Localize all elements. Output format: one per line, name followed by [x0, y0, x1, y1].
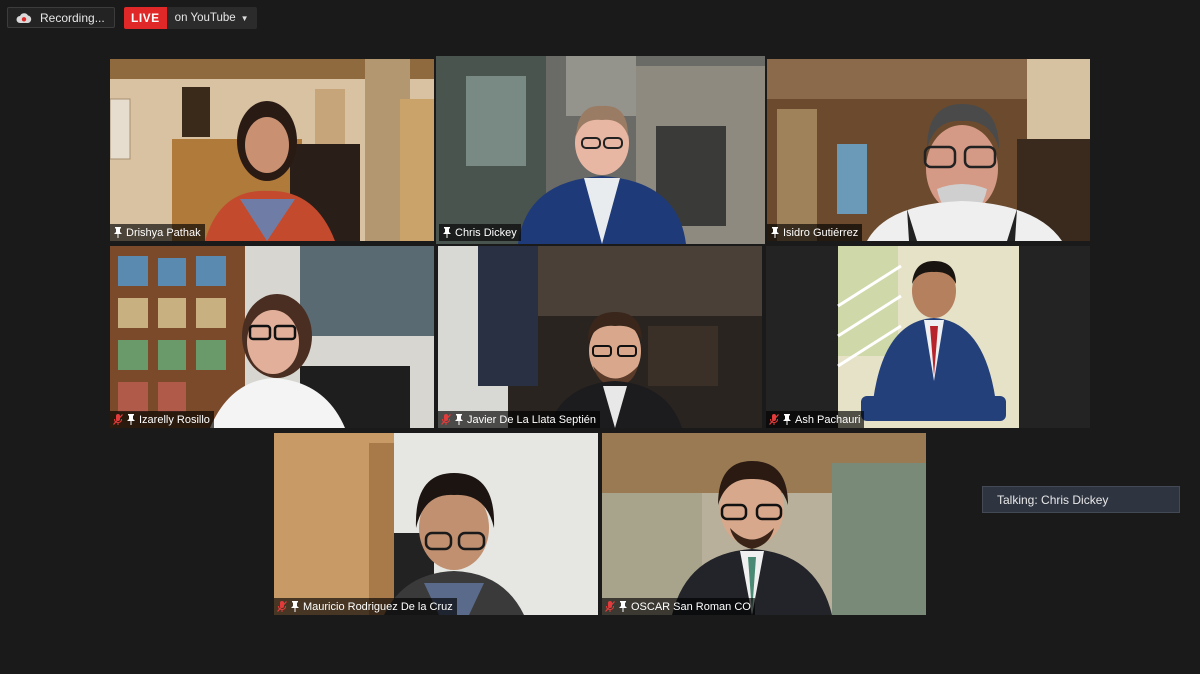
live-badge: LIVE: [124, 7, 167, 29]
video-tile[interactable]: Javier De La Llata Septién: [438, 246, 762, 428]
video-feed: [766, 246, 1090, 428]
live-destination-dropdown[interactable]: on YouTube ▼: [166, 7, 257, 29]
participant-name: Chris Dickey: [455, 226, 517, 239]
talking-indicator: Talking: Chris Dickey: [982, 486, 1180, 513]
live-stream-control[interactable]: LIVE on YouTube ▼: [124, 7, 257, 29]
video-tile[interactable]: Izarelly Rosillo: [110, 246, 434, 428]
pin-icon[interactable]: [454, 414, 464, 425]
video-feed: [438, 246, 762, 428]
participant-name: Mauricio Rodriguez De la Cruz: [303, 600, 453, 613]
video-tile[interactable]: OSCAR San Roman CO: [602, 433, 926, 615]
mic-muted-icon[interactable]: [441, 414, 451, 425]
video-feed: [110, 59, 434, 241]
live-destination-label: on YouTube: [174, 12, 236, 24]
participant-nameplate: Ash Pachauri: [766, 411, 865, 428]
mic-muted-icon[interactable]: [769, 414, 779, 425]
mic-muted-icon[interactable]: [605, 601, 615, 612]
video-tile-active-speaker[interactable]: Chris Dickey: [436, 56, 765, 244]
cloud-record-icon: [16, 12, 32, 24]
pin-icon[interactable]: [113, 227, 123, 238]
pin-icon[interactable]: [442, 227, 452, 238]
participant-nameplate: Drishya Pathak: [110, 224, 205, 241]
participant-nameplate: Javier De La Llata Septién: [438, 411, 601, 428]
video-feed: [767, 59, 1090, 241]
participant-name: OSCAR San Roman CO: [631, 600, 751, 613]
participant-name: Ash Pachauri: [795, 413, 861, 426]
participant-nameplate: OSCAR San Roman CO: [602, 598, 755, 615]
video-feed: [110, 246, 434, 428]
participant-name: Izarelly Rosillo: [139, 413, 210, 426]
recording-label: Recording...: [40, 10, 105, 25]
video-tile[interactable]: Ash Pachauri: [766, 246, 1090, 428]
pin-icon[interactable]: [126, 414, 136, 425]
pin-icon[interactable]: [770, 227, 780, 238]
participant-nameplate: Izarelly Rosillo: [110, 411, 214, 428]
video-feed: [436, 56, 765, 244]
participant-name: Isidro Gutiérrez: [783, 226, 859, 239]
participant-name: Javier De La Llata Septién: [467, 413, 597, 426]
pin-icon[interactable]: [782, 414, 792, 425]
pin-icon[interactable]: [290, 601, 300, 612]
participant-name: Drishya Pathak: [126, 226, 201, 239]
participant-nameplate: Isidro Gutiérrez: [767, 224, 863, 241]
participant-nameplate: Mauricio Rodriguez De la Cruz: [274, 598, 457, 615]
video-tile[interactable]: Drishya Pathak: [110, 59, 434, 241]
video-tile[interactable]: Isidro Gutiérrez: [767, 59, 1090, 241]
caret-down-icon: ▼: [240, 13, 249, 23]
video-feed: [602, 433, 926, 615]
mic-muted-icon[interactable]: [277, 601, 287, 612]
recording-indicator[interactable]: Recording...: [7, 7, 115, 28]
video-tile[interactable]: Mauricio Rodriguez De la Cruz: [274, 433, 598, 615]
pin-icon[interactable]: [618, 601, 628, 612]
participant-nameplate: Chris Dickey: [439, 224, 521, 241]
video-feed: [274, 433, 598, 615]
mic-muted-icon[interactable]: [113, 414, 123, 425]
